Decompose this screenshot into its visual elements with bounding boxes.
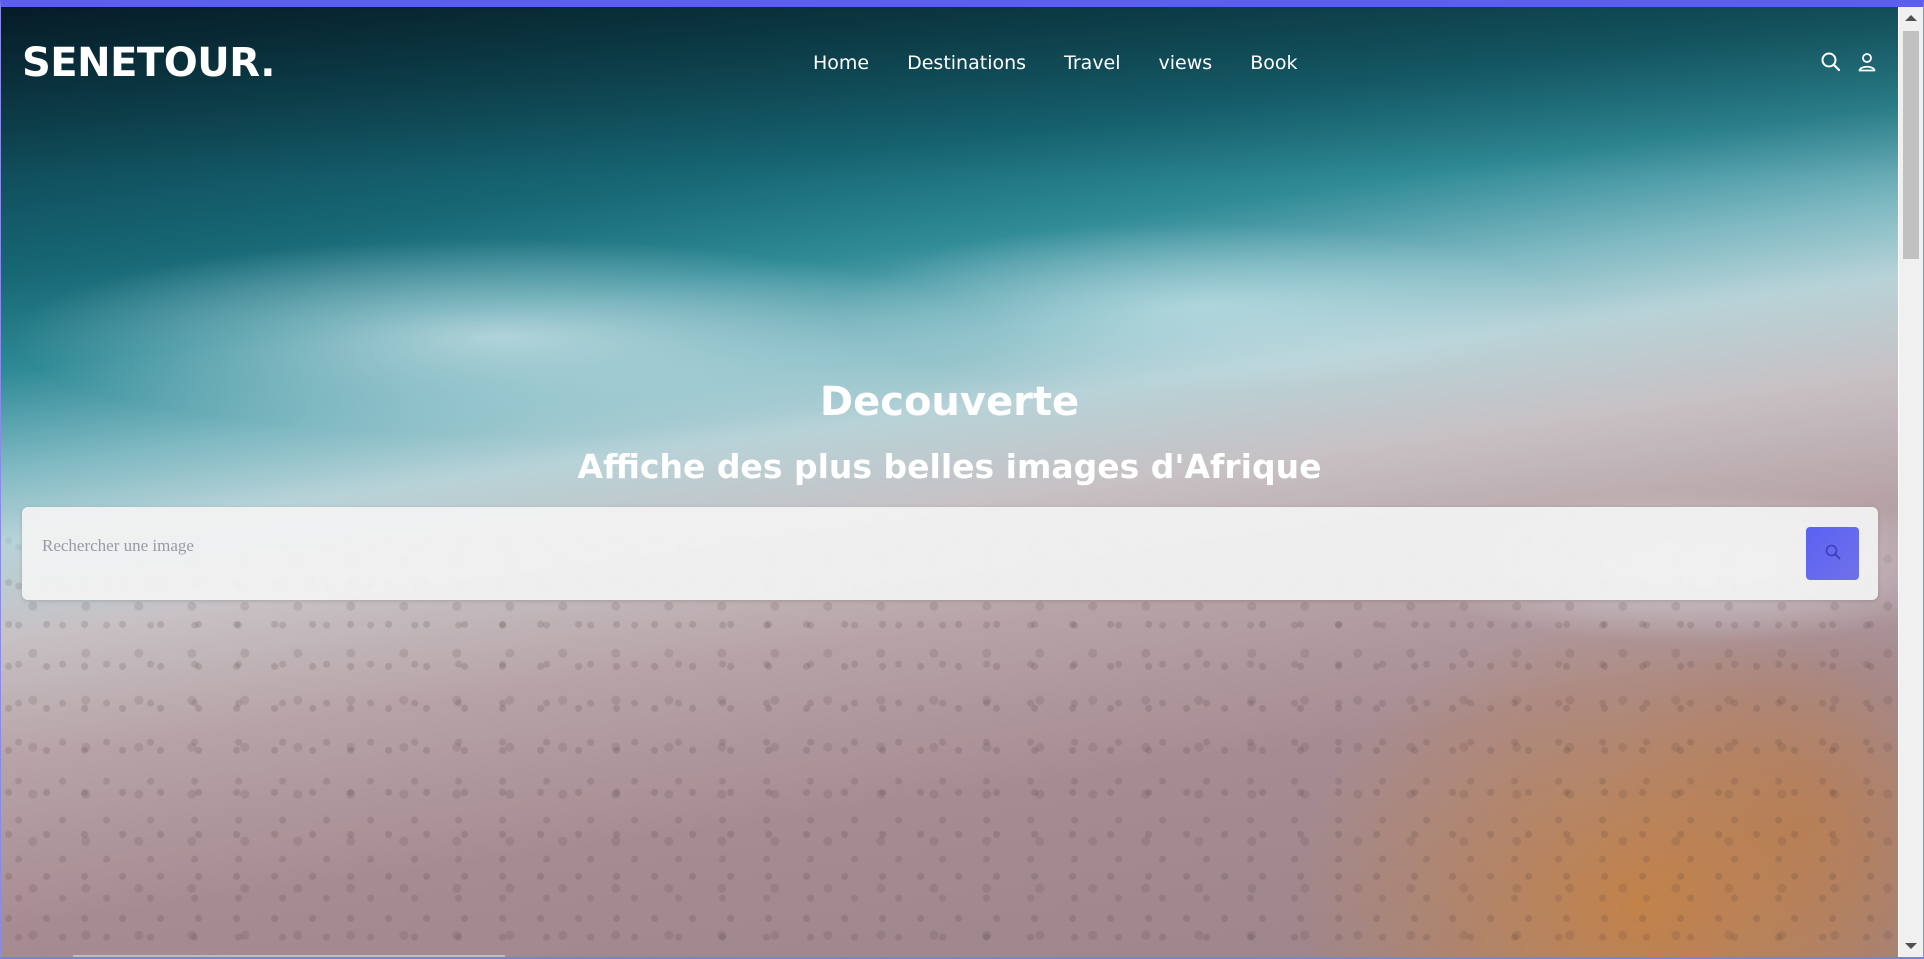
search-icon [1824,543,1842,564]
hero-background: SENETOUR. Home Destinations Travel views… [1,7,1898,957]
main-nav: Home Destinations Travel views Book [813,51,1297,75]
image-search-bar [22,507,1878,600]
browser-window: SENETOUR. Home Destinations Travel views… [0,0,1924,959]
horizontal-scroll-indicator[interactable] [73,955,505,957]
search-button[interactable] [1806,527,1859,580]
scroll-up-icon[interactable] [1905,15,1917,21]
hero-title: Decouverte [819,379,1080,425]
scrollbar-thumb[interactable] [1903,31,1919,259]
search-icon[interactable] [1820,51,1842,73]
nav-item-travel[interactable]: Travel [1064,51,1120,75]
nav-icons [1820,51,1878,73]
scroll-down-icon[interactable] [1905,943,1917,949]
nav-item-home[interactable]: Home [813,51,869,75]
search-input[interactable] [40,529,1784,563]
nav-item-book[interactable]: Book [1250,51,1297,75]
user-icon[interactable] [1856,51,1878,73]
brand-logo[interactable]: SENETOUR. [22,39,275,87]
vertical-scrollbar[interactable] [1899,7,1923,957]
nav-item-destinations[interactable]: Destinations [907,51,1026,75]
hero-subtitle: Affiche des plus belles images d'Afrique [577,447,1322,486]
nav-item-views[interactable]: views [1159,51,1213,75]
